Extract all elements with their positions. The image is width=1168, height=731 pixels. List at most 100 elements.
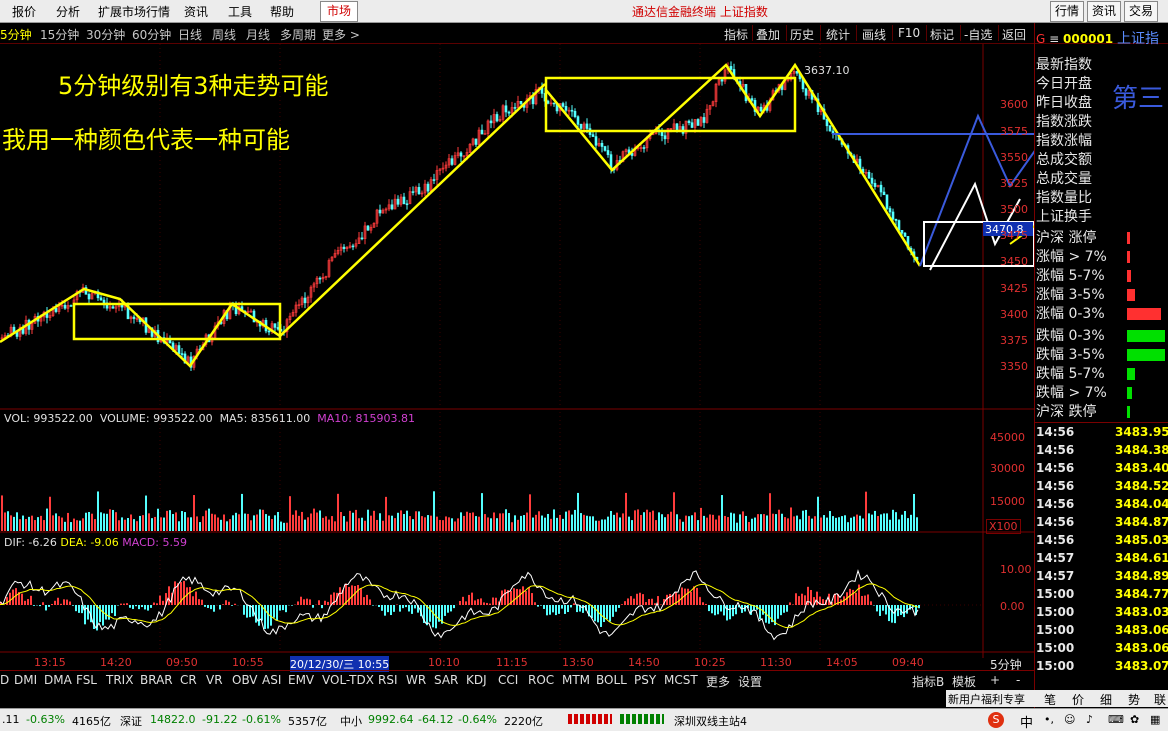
- mic-icon[interactable]: ♪: [1086, 713, 1093, 726]
- ind-tab[interactable]: CR: [180, 673, 197, 687]
- volume-value: VOLUME: 993522.00: [100, 412, 213, 425]
- period-monthly[interactable]: 月线: [246, 26, 270, 43]
- ind-tab[interactable]: MCST: [664, 673, 698, 687]
- macd-bar: [870, 601, 872, 605]
- ind-tab[interactable]: EMV: [288, 673, 314, 687]
- volume-bar: [652, 511, 654, 531]
- volume-bar: [523, 515, 525, 531]
- price-tick: 3400: [1000, 308, 1028, 321]
- period-15min[interactable]: 15分钟: [40, 26, 79, 43]
- macd-bar: [60, 604, 62, 605]
- tool-indicator[interactable]: 指标: [724, 26, 748, 43]
- ind-tab[interactable]: DMI: [14, 673, 37, 687]
- ind-tab[interactable]: OBV: [232, 673, 258, 687]
- template-button[interactable]: 模板: [952, 673, 976, 690]
- ind-tab-settings[interactable]: 设置: [738, 673, 762, 690]
- tool-stats[interactable]: 统计: [826, 26, 850, 43]
- volume-bar: [904, 511, 906, 531]
- ind-tab[interactable]: RSI: [378, 673, 398, 687]
- ind-tab[interactable]: DMA: [44, 673, 72, 687]
- volume-bar: [370, 516, 372, 531]
- punct-icon[interactable]: •,: [1044, 713, 1054, 726]
- tool-mark[interactable]: 标记: [930, 26, 954, 43]
- volume-bar: [412, 519, 414, 531]
- ind-tab[interactable]: KDJ: [466, 673, 487, 687]
- ind-tab[interactable]: BRAR: [140, 673, 173, 687]
- tab-link[interactable]: 联: [1154, 691, 1166, 708]
- ind-tab[interactable]: SAR: [434, 673, 458, 687]
- ind-tab[interactable]: BOLL: [596, 673, 627, 687]
- macd-bar: [852, 590, 854, 605]
- grid-icon[interactable]: ▦: [1150, 713, 1160, 726]
- dist-label: 跌幅 0-3%: [1036, 325, 1105, 345]
- ind-tab[interactable]: CCI: [498, 673, 518, 687]
- period-60min[interactable]: 60分钟: [132, 26, 171, 43]
- skin-icon[interactable]: ✿: [1130, 713, 1139, 726]
- tool-overlay[interactable]: 叠加: [756, 26, 780, 43]
- macd-bar: [717, 605, 719, 614]
- tab-trend[interactable]: 势: [1128, 691, 1140, 708]
- candle-body: [826, 119, 828, 126]
- volume-bar: [139, 516, 141, 531]
- volume-bar: [466, 512, 468, 531]
- candle-body: [901, 230, 903, 233]
- ind-tab[interactable]: TRIX: [106, 673, 133, 687]
- ime-mode[interactable]: 中: [1020, 712, 1033, 731]
- tool-back[interactable]: 返回: [1002, 26, 1026, 43]
- menu-help[interactable]: 帮助: [270, 3, 294, 20]
- tool-draw[interactable]: 画线: [862, 26, 886, 43]
- tool-history[interactable]: 历史: [790, 26, 814, 43]
- candle-body: [604, 147, 606, 151]
- menu-news[interactable]: 资讯: [184, 3, 208, 20]
- volume-bar: [709, 514, 711, 531]
- period-30min[interactable]: 30分钟: [86, 26, 125, 43]
- period-more[interactable]: 更多 >: [322, 26, 360, 43]
- add-button[interactable]: +: [990, 673, 1000, 687]
- period-daily[interactable]: 日线: [178, 26, 202, 43]
- indicator-b[interactable]: 指标B: [912, 673, 944, 690]
- market-button[interactable]: 市场: [320, 1, 358, 22]
- ind-tab[interactable]: ASI: [262, 673, 281, 687]
- ind-tab[interactable]: VOL-TDX: [322, 673, 374, 687]
- ind-tab-more[interactable]: 更多: [706, 673, 730, 690]
- macd-bar: [543, 605, 545, 609]
- ind-tab[interactable]: VR: [206, 673, 223, 687]
- tab-pen[interactable]: 笔: [1044, 691, 1056, 708]
- tab-detail[interactable]: 细: [1100, 691, 1112, 708]
- menu-icon[interactable]: ≡: [1049, 32, 1059, 46]
- period-weekly[interactable]: 周线: [212, 26, 236, 43]
- volume-bar: [349, 511, 351, 531]
- menu-analysis[interactable]: 分析: [56, 3, 80, 20]
- sogou-icon[interactable]: S: [988, 712, 1004, 728]
- keyboard-icon[interactable]: ⌨: [1108, 713, 1124, 726]
- trade-button[interactable]: 交易: [1124, 1, 1158, 22]
- tick-time: 14:57: [1036, 569, 1074, 583]
- tool-watchlist[interactable]: -自选: [964, 26, 992, 43]
- volume-bar: [79, 521, 81, 531]
- menu-tools[interactable]: 工具: [228, 3, 252, 20]
- volume-bar: [169, 510, 171, 531]
- menu-quote[interactable]: 报价: [12, 3, 36, 20]
- volume-bar: [757, 514, 759, 531]
- news-button[interactable]: 资讯: [1087, 1, 1121, 22]
- menu-ext-market[interactable]: 扩展市场行情: [98, 3, 170, 20]
- period-5min[interactable]: 5分钟: [0, 26, 32, 43]
- tool-f10[interactable]: F10: [898, 26, 920, 40]
- volume-bar: [322, 518, 324, 531]
- ind-tab[interactable]: MTM: [562, 673, 590, 687]
- quote-button[interactable]: 行情: [1050, 1, 1084, 22]
- ind-tab[interactable]: D: [0, 673, 9, 687]
- ind-tab[interactable]: WR: [406, 673, 426, 687]
- tab-price[interactable]: 价: [1072, 691, 1084, 708]
- remove-button[interactable]: -: [1016, 673, 1020, 687]
- macd-bar: [447, 605, 449, 613]
- new-user-tab[interactable]: 新用户福利专享: [948, 691, 1025, 707]
- ind-tab[interactable]: PSY: [634, 673, 656, 687]
- macd-bar: [726, 605, 728, 620]
- ind-tab[interactable]: ROC: [528, 673, 554, 687]
- period-multi[interactable]: 多周期: [280, 26, 316, 43]
- ma5-value: MA5: 835611.00: [220, 412, 311, 425]
- emoji-icon[interactable]: ☺: [1064, 713, 1075, 726]
- ind-tab[interactable]: FSL: [76, 673, 97, 687]
- server-name[interactable]: 深圳双线主站4: [674, 713, 747, 729]
